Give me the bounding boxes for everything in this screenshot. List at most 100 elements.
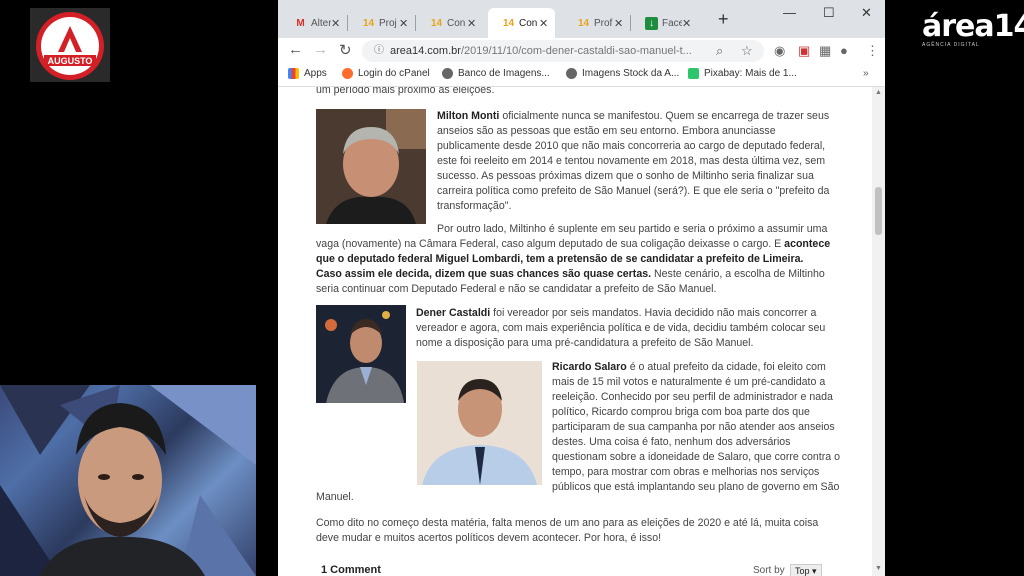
- more-bookmarks-icon[interactable]: »: [863, 68, 869, 79]
- bookmark-cpanel[interactable]: Login do cPanel: [342, 68, 430, 79]
- tab-area14-con[interactable]: 14 Con ✕: [416, 8, 483, 38]
- menu-icon[interactable]: ⋮: [866, 43, 879, 59]
- scroll-up-icon[interactable]: ▲: [875, 89, 882, 96]
- minimize-icon[interactable]: —: [783, 5, 796, 20]
- area14-favicon-icon: 14: [577, 17, 590, 29]
- tab-area14-prof[interactable]: 14 Prof ✕: [563, 8, 630, 38]
- tab-label: Alter: [311, 17, 331, 29]
- back-icon[interactable]: ←: [288, 41, 303, 58]
- text-line: destes. Uma coisa é fato, nenhum dos adv…: [552, 436, 791, 448]
- url-path: /2019/11/10/com-dener-castaldi-sao-manue…: [460, 45, 692, 57]
- text-line: participaram de sua campanha por não ate…: [552, 421, 835, 433]
- augusto-logo: AUGUSTO: [30, 8, 110, 82]
- text-line-bold: que o deputado federal Miguel Lombardi, …: [316, 253, 804, 265]
- tab-facebook[interactable]: ↓ Face ✕: [631, 8, 698, 38]
- milton-paragraph: Milton Monti oficialmente nunca se manif…: [437, 109, 867, 214]
- tab-area14-projects[interactable]: 14 Proj ✕: [348, 8, 415, 38]
- tab-label: Proj: [379, 17, 397, 29]
- info-icon[interactable]: ⓘ: [374, 40, 384, 62]
- area14-logo-text: área14: [922, 9, 1024, 44]
- reload-icon[interactable]: ↻: [339, 41, 352, 59]
- bookmark-pixabay[interactable]: Pixabay: Mais de 1...: [688, 68, 797, 79]
- bookmark-label: Pixabay: Mais de 1...: [704, 68, 797, 79]
- close-icon[interactable]: ✕: [539, 17, 549, 30]
- toolbar: ← → ↻ ⓘ area14.com.br/2019/11/10/com-den…: [278, 38, 885, 64]
- text-line-rest: é o atual prefeito da cidade, foi eleito…: [626, 361, 826, 373]
- chevron-down-icon: ▾: [812, 566, 817, 576]
- augusto-logo-text: AUGUSTO: [48, 56, 93, 66]
- close-icon[interactable]: ✕: [467, 17, 477, 30]
- tab-label: Con: [447, 17, 466, 29]
- pdf-extension-icon[interactable]: ▣: [798, 43, 810, 59]
- text-line: Ricardo Salaro é o atual prefeito da cid…: [552, 360, 872, 375]
- forward-icon[interactable]: →: [313, 41, 328, 58]
- text-line-normal: vaga (novamente) na Câmara Federal, caso…: [316, 238, 785, 250]
- close-icon[interactable]: ✕: [682, 17, 692, 30]
- text-line-rest: foi vereador por seis mandatos. Havia de…: [490, 307, 817, 319]
- zoom-icon[interactable]: ⌕: [716, 43, 723, 59]
- closing-paragraph: Como dito no começo desta matéria, falta…: [316, 516, 866, 546]
- area14-favicon-icon: 14: [430, 17, 443, 29]
- text-line-bold: acontece: [784, 238, 831, 250]
- text-line: carreira política como prefeito de São M…: [437, 185, 830, 197]
- ricardo-paragraph: Ricardo Salaro é o atual prefeito da cid…: [552, 360, 872, 495]
- cpanel-icon: [342, 68, 353, 79]
- text-line: mais de 15 mil votos e naturalmente é um…: [552, 376, 826, 388]
- bookmark-label: Banco de Imagens...: [458, 68, 550, 79]
- avatar[interactable]: ●: [840, 43, 848, 58]
- scrollbar[interactable]: ▲ ▼: [872, 87, 885, 576]
- text-line: Milton Monti oficialmente nunca se manif…: [437, 109, 867, 124]
- article-content: um período mais próximo as eleições. Mil…: [278, 87, 872, 576]
- milton-name: Milton Monti: [437, 110, 500, 122]
- new-tab-icon[interactable]: +: [718, 9, 729, 30]
- download-icon: ↓: [645, 16, 658, 30]
- address-bar[interactable]: ⓘ area14.com.br/2019/11/10/com-dener-cas…: [362, 40, 764, 62]
- maximize-icon[interactable]: ☐: [823, 5, 835, 21]
- text-line: transformação".: [437, 200, 512, 212]
- star-icon[interactable]: ☆: [741, 43, 753, 59]
- scroll-down-icon[interactable]: ▼: [875, 565, 882, 572]
- text-line: deve mudar e muitos acertos políticos de…: [316, 532, 662, 544]
- text-line: que o deputado federal Miguel Lombardi, …: [316, 252, 866, 267]
- extension-icon[interactable]: ▦: [819, 43, 831, 59]
- milton-monti-photo: [316, 109, 426, 224]
- text-line: Caso assim ele decida, dizem que suas ch…: [316, 267, 866, 282]
- bookmark-stock-images[interactable]: Imagens Stock da A...: [566, 68, 679, 79]
- close-window-icon[interactable]: ✕: [861, 5, 872, 21]
- close-icon[interactable]: ✕: [331, 17, 341, 30]
- bookmark-label: Login do cPanel: [358, 68, 430, 79]
- tab-label: Con: [519, 17, 538, 29]
- area14-favicon-icon: 14: [362, 17, 375, 29]
- dener-paragraph: Dener Castaldi foi vereador por seis man…: [416, 306, 866, 351]
- webcam-video: [0, 385, 256, 576]
- extension-icon[interactable]: ◉: [774, 43, 785, 59]
- text-line: publicamente desde 2010 que não mais con…: [437, 140, 826, 152]
- tab-bar: M Alter ✕ 14 Proj ✕ 14 Con ✕ 14 Con ✕ 14…: [278, 0, 885, 38]
- dener-name: Dener Castaldi: [416, 307, 491, 319]
- browser-window: M Alter ✕ 14 Proj ✕ 14 Con ✕ 14 Con ✕ 14…: [278, 0, 885, 576]
- paragraph-lombardi: Por outro lado, Miltinho é suplente em s…: [316, 222, 866, 297]
- bookmark-image-bank[interactable]: Banco de Imagens...: [442, 68, 550, 79]
- tab-active-article[interactable]: 14 Con ✕: [488, 8, 555, 38]
- gmail-icon: M: [296, 17, 305, 29]
- apps-grid-icon: [288, 68, 299, 79]
- text-line: este foi reeleito em 2014 e tentou novam…: [437, 155, 826, 167]
- text-line-rest: oficialmente nunca se manifestou. Quem s…: [499, 110, 830, 122]
- ricardo-name: Ricardo Salaro: [552, 361, 627, 373]
- tab-label: Face: [662, 17, 682, 29]
- globe-icon: [566, 68, 577, 79]
- text-line: vaga (novamente) na Câmara Federal, caso…: [316, 237, 866, 252]
- globe-icon: [442, 68, 453, 79]
- scrollbar-thumb[interactable]: [875, 187, 882, 235]
- tab-gmail[interactable]: M Alter ✕: [280, 8, 347, 38]
- close-icon[interactable]: ✕: [614, 17, 624, 30]
- text-line: político, Ricardo comprou briga com boa …: [552, 406, 810, 418]
- bookmark-apps[interactable]: Apps: [288, 68, 327, 79]
- sort-dropdown[interactable]: Top ▾: [790, 564, 822, 576]
- text-line-normal: Neste cenário, a escolha de Miltinho: [651, 268, 825, 280]
- area14-favicon-icon: 14: [502, 17, 515, 29]
- tab-label: Prof: [594, 17, 613, 29]
- close-icon[interactable]: ✕: [399, 17, 409, 30]
- text-line: Dener Castaldi foi vereador por seis man…: [416, 306, 866, 321]
- text-line: anseios são as pessoas que estão em seu …: [437, 125, 776, 137]
